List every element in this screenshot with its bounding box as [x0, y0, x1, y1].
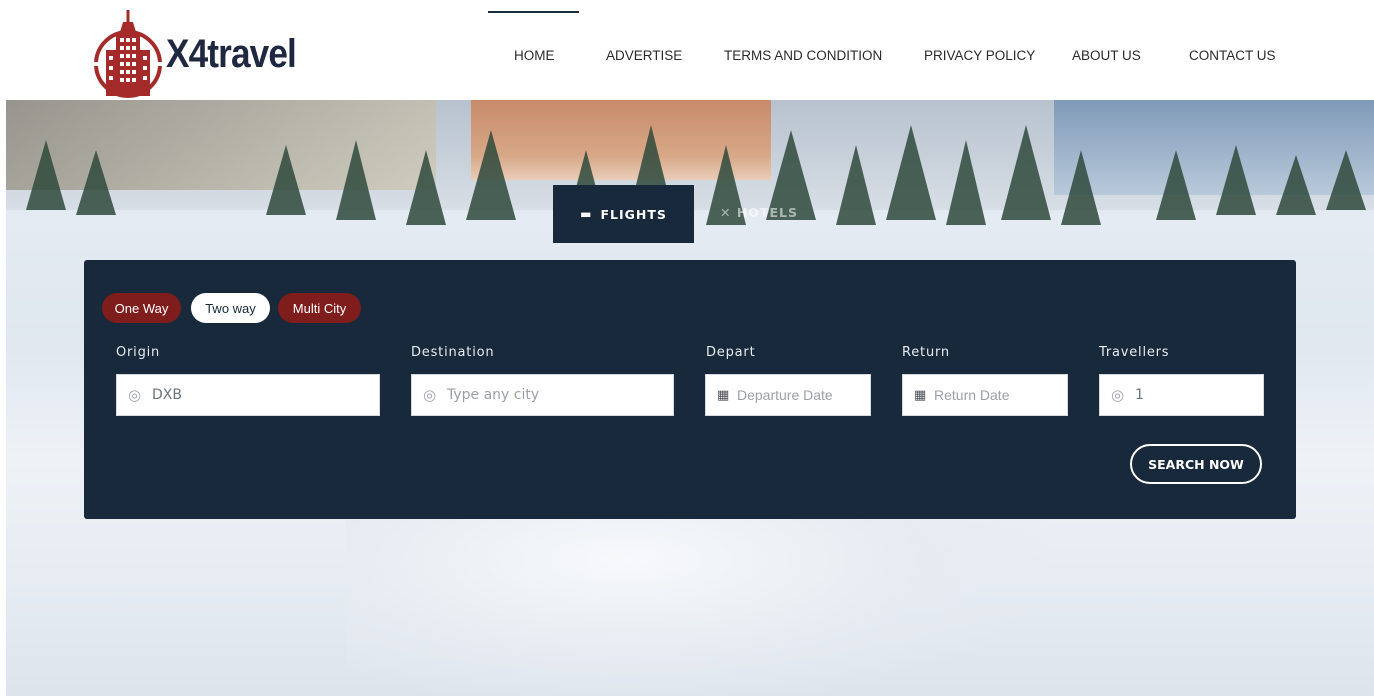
destination-label: Destination: [411, 345, 495, 360]
tab-flights-label: FLIGHTS: [600, 206, 667, 222]
nav-active-indicator: [488, 11, 579, 13]
snow-slope: [346, 500, 1046, 696]
nav-about[interactable]: ABOUT US: [1072, 48, 1141, 63]
location-pin-icon: ◎: [1111, 386, 1125, 404]
nav-terms[interactable]: TERMS AND CONDITION: [724, 48, 882, 63]
return-label: Return: [902, 345, 950, 360]
site-logo[interactable]: X4travel: [92, 10, 314, 98]
site-header: X4travel HOME ADVERTISE TERMS AND CONDIT…: [0, 0, 1374, 100]
depart-placeholder: Departure Date: [737, 387, 833, 403]
location-pin-icon: ◎: [423, 386, 437, 404]
return-placeholder: Return Date: [934, 387, 1010, 403]
depart-label: Depart: [706, 345, 756, 360]
travellers-value: 1: [1135, 387, 1144, 403]
tab-hotels-label: HOTELS: [736, 205, 798, 220]
travellers-label: Travellers: [1099, 345, 1170, 360]
location-pin-icon: ◎: [128, 386, 142, 404]
nav-home[interactable]: HOME: [514, 48, 555, 63]
logo-text: X4travel: [166, 31, 297, 76]
origin-field[interactable]: ◎ DXB: [116, 374, 380, 416]
skyscraper-logo-icon: [94, 10, 162, 98]
tab-flights[interactable]: ▬ FLIGHTS: [553, 185, 694, 243]
trip-type-two-way[interactable]: Two way: [191, 293, 270, 323]
search-now-button[interactable]: SEARCH NOW: [1130, 444, 1262, 484]
destination-field[interactable]: ◎ Type any city: [411, 374, 674, 416]
nav-contact[interactable]: CONTACT US: [1189, 48, 1276, 63]
origin-value: DXB: [152, 387, 182, 403]
travellers-field[interactable]: ◎ 1: [1099, 374, 1264, 416]
calendar-icon: ▦: [914, 387, 927, 403]
search-panel: One Way Two way Multi City Origin Destin…: [84, 260, 1296, 519]
depart-date-field[interactable]: ▦ Departure Date: [705, 374, 871, 416]
tab-hotels[interactable]: ✕ HOTELS: [720, 205, 798, 220]
destination-placeholder: Type any city: [447, 387, 540, 403]
nav-privacy[interactable]: PRIVACY POLICY: [924, 48, 1035, 63]
return-date-field[interactable]: ▦ Return Date: [902, 374, 1068, 416]
origin-label: Origin: [116, 345, 161, 360]
bed-icon: ▬: [580, 207, 593, 221]
trip-type-multi-city[interactable]: Multi City: [278, 293, 361, 323]
nav-advertise[interactable]: ADVERTISE: [606, 48, 682, 63]
calendar-icon: ▦: [717, 387, 730, 403]
trip-type-one-way[interactable]: One Way: [102, 293, 181, 323]
plane-icon: ✕: [720, 205, 732, 220]
